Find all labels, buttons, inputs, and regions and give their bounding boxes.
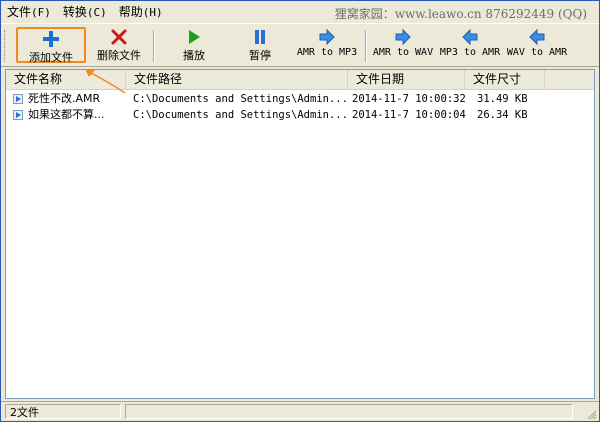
file-size-cell: 31.49 KB bbox=[477, 93, 528, 105]
column-header-path[interactable]: 文件路径 bbox=[126, 70, 348, 89]
audio-file-icon bbox=[13, 94, 23, 104]
wav-to-amr-button[interactable]: WAV to AMR bbox=[504, 27, 570, 63]
pause-button[interactable]: 暂停 bbox=[237, 27, 283, 63]
menu-convert-accel: (C) bbox=[86, 5, 107, 19]
menu-convert[interactable]: 转换(C) bbox=[57, 1, 113, 24]
annotation-arrow bbox=[85, 69, 126, 94]
amr-to-mp3-label: AMR to MP3 bbox=[296, 47, 358, 58]
delete-file-button[interactable]: 删除文件 bbox=[89, 27, 149, 63]
main-window: 文件(F) 转换(C) 帮助(H) 狸窝家园：www.leawo.cn 8762… bbox=[0, 0, 600, 422]
file-path-cell: C:\Documents and Settings\Admin... bbox=[133, 93, 347, 105]
wav-to-amr-label: WAV to AMR bbox=[506, 47, 568, 58]
credit-text: 狸窝家园：www.leawo.cn 876292449 (QQ) bbox=[334, 7, 587, 21]
file-path-cell: C:\Documents and Settings\Admin... bbox=[133, 109, 347, 121]
menu-file-label: 文件 bbox=[7, 4, 32, 19]
menu-file[interactable]: 文件(F) bbox=[1, 1, 57, 24]
menu-convert-label: 转换 bbox=[62, 4, 87, 19]
toolbar-separator bbox=[365, 30, 367, 62]
arrow-right-icon bbox=[318, 28, 336, 46]
menu-file-accel: (F) bbox=[31, 5, 51, 19]
toolbar: 添加文件 删除文件 播放 暂停 AMR to MP3 AMR to WAV MP… bbox=[1, 23, 599, 67]
amr-to-wav-label: AMR to WAV bbox=[372, 47, 434, 58]
column-header-size[interactable]: 文件尺寸 bbox=[465, 70, 545, 89]
menu-help-label: 帮助 bbox=[118, 4, 143, 19]
arrow-left-icon bbox=[528, 28, 546, 46]
mp3-to-amr-label: MP3 to AMR bbox=[439, 47, 501, 58]
file-size-cell: 26.34 KB bbox=[477, 109, 528, 121]
delete-x-icon bbox=[110, 28, 128, 46]
audio-file-icon bbox=[13, 110, 23, 120]
column-header-date[interactable]: 文件日期 bbox=[348, 70, 465, 89]
resize-grip-icon[interactable] bbox=[585, 408, 597, 420]
add-file-button[interactable]: 添加文件 bbox=[16, 27, 86, 64]
file-name-cell: 如果这都不算... bbox=[28, 108, 105, 121]
arrow-left-icon bbox=[461, 28, 479, 46]
toolbar-separator bbox=[153, 30, 155, 62]
menu-help-accel: (H) bbox=[142, 5, 163, 19]
plus-icon bbox=[42, 30, 60, 48]
play-label: 播放 bbox=[183, 49, 205, 62]
play-button[interactable]: 播放 bbox=[171, 27, 217, 63]
amr-to-wav-button[interactable]: AMR to WAV bbox=[369, 27, 437, 63]
file-date-cell: 2014-11-7 10:00:32 bbox=[352, 93, 466, 105]
status-panel bbox=[125, 404, 573, 419]
table-row[interactable]: 如果这都不算... C:\Documents and Settings\Admi… bbox=[6, 107, 594, 123]
file-list[interactable]: 文件名称 文件路径 文件日期 文件尺寸 死性不改.AMR C:\Document… bbox=[5, 69, 595, 399]
add-file-label: 添加文件 bbox=[29, 51, 73, 64]
file-date-cell: 2014-11-7 10:00:04 bbox=[352, 109, 466, 121]
status-bar: 2文件 bbox=[1, 401, 599, 421]
pause-icon bbox=[252, 28, 268, 46]
play-icon bbox=[186, 28, 202, 46]
delete-file-label: 删除文件 bbox=[97, 49, 141, 62]
status-file-count: 2文件 bbox=[5, 404, 121, 419]
mp3-to-amr-button[interactable]: MP3 to AMR bbox=[437, 27, 503, 63]
toolbar-grip[interactable] bbox=[4, 30, 8, 62]
pause-label: 暂停 bbox=[249, 49, 271, 62]
menu-help[interactable]: 帮助(H) bbox=[113, 1, 169, 24]
amr-to-mp3-button[interactable]: AMR to MP3 bbox=[293, 27, 361, 63]
arrow-right-icon bbox=[394, 28, 412, 46]
